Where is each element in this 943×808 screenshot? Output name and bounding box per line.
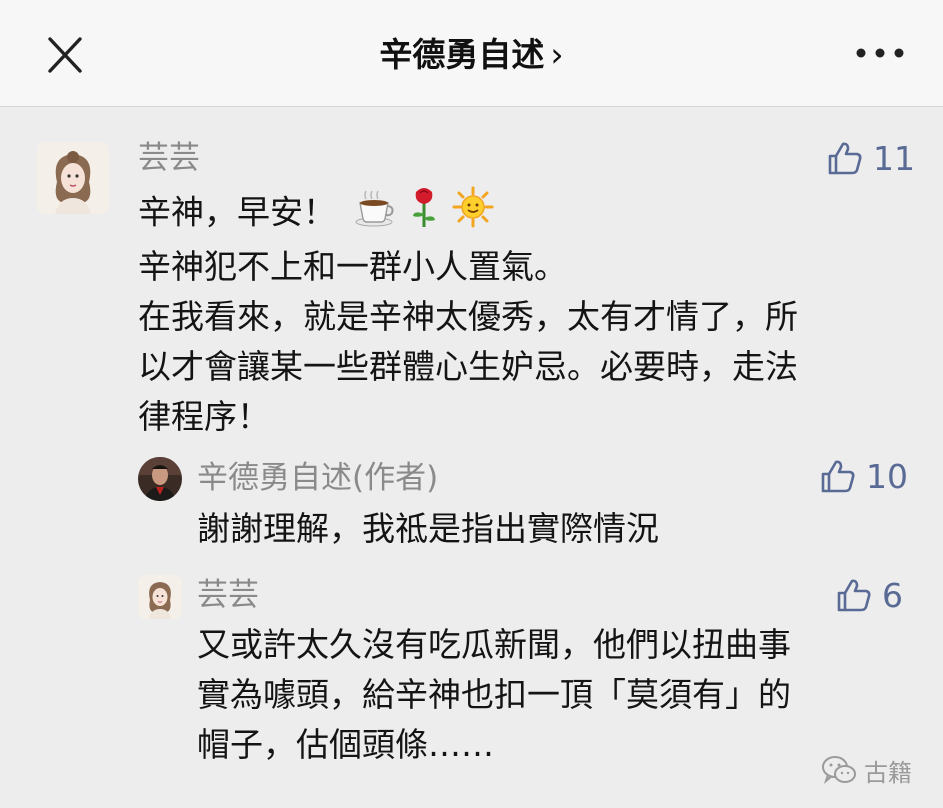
wechat-icon	[822, 756, 856, 785]
thumbs-up-icon	[837, 579, 871, 612]
comment-line: 辛神犯不上和一群小人置氣。	[138, 247, 567, 286]
thumbs-up-icon	[821, 460, 855, 493]
comment-line: 以才會讓某一些群體心生妒忌。必要時，走法	[138, 347, 798, 386]
reply-author[interactable]: 辛德勇自述(作者)	[197, 458, 438, 498]
top-bar: 辛德勇自述 ›	[0, 0, 943, 107]
sun-icon	[452, 186, 494, 242]
like-button[interactable]: 6	[836, 573, 903, 617]
comment-text: 辛神，早安！ 辛神犯不上和一群小人置氣。 在我看來，就是辛神太優秀，太有才情了，…	[138, 186, 798, 442]
avatar[interactable]	[138, 457, 182, 501]
reply-line: 實為噱頭，給辛神也扣一頂「莫須有」的	[197, 675, 791, 714]
comment-author[interactable]: 芸芸	[138, 138, 200, 178]
reply-text: 又或許太久沒有吃瓜新聞，他們以扭曲事 實為噱頭，給辛神也扣一頂「莫須有」的 帽子…	[197, 620, 791, 770]
reply-author[interactable]: 芸芸	[197, 575, 259, 615]
comment-line: 在我看來，就是辛神太優秀，太有才情了，所	[138, 297, 798, 336]
comment-line: 律程序！	[138, 397, 270, 436]
like-button[interactable]: 10	[820, 454, 908, 498]
like-count: 11	[873, 138, 915, 178]
avatar[interactable]	[138, 575, 182, 619]
comment-line: 辛神，早安！	[138, 192, 336, 232]
like-count: 6	[882, 575, 903, 615]
reply-line: 謝謝理解，我祗是指出實際情況	[197, 509, 659, 548]
thumbs-up-icon	[828, 142, 862, 175]
avatar[interactable]	[37, 142, 109, 214]
like-button[interactable]: 11	[827, 136, 915, 180]
more-button[interactable]	[852, 38, 908, 68]
like-count: 10	[866, 456, 908, 496]
reply-text: 謝謝理解，我祗是指出實際情況	[197, 504, 659, 554]
page-title: 辛德勇自述	[379, 35, 545, 74]
watermark: 古籍	[820, 752, 912, 788]
rose-icon	[410, 186, 438, 242]
chevron-right-icon: ›	[550, 35, 564, 74]
page-title-link[interactable]: 辛德勇自述 ›	[0, 30, 943, 80]
coffee-cup-icon	[354, 187, 396, 241]
reply-line: 又或許太久沒有吃瓜新聞，他們以扭曲事	[197, 625, 791, 664]
more-icon	[856, 48, 904, 58]
reply-line: 帽子，估個頭條……	[197, 725, 494, 764]
watermark-text: 古籍	[864, 758, 912, 787]
